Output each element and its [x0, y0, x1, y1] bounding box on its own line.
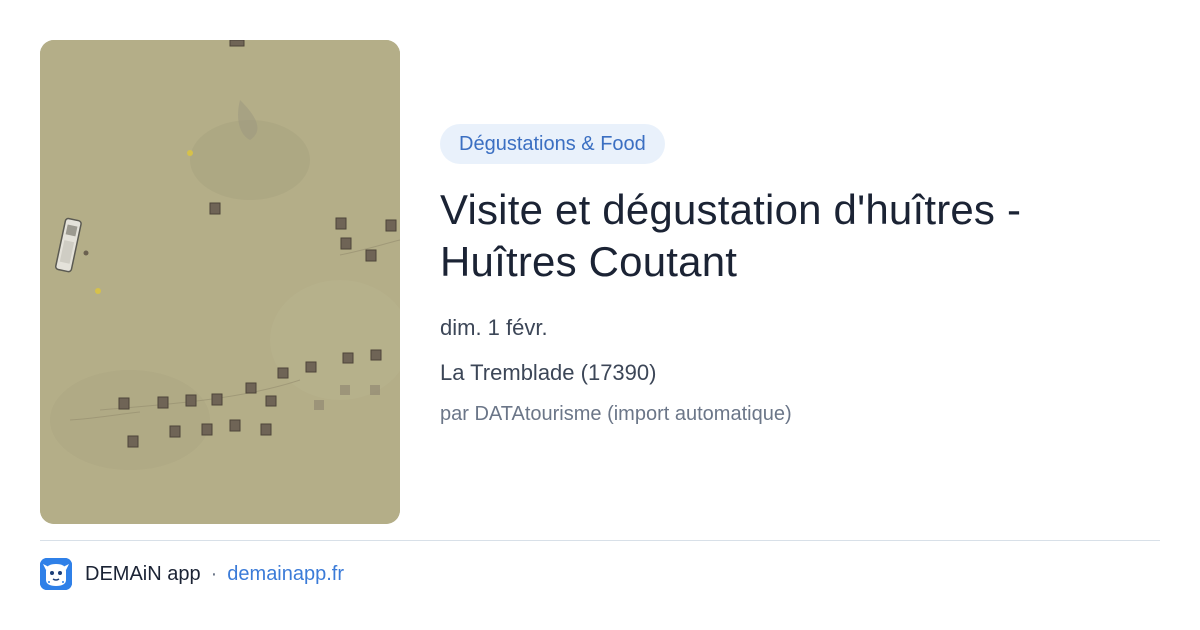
event-details: Dégustations & Food Visite et dégustatio…	[440, 124, 1160, 427]
event-title-line1: Visite et dégustation d'huîtres -	[440, 186, 1022, 233]
event-title[interactable]: Visite et dégustation d'huîtres - Huître…	[440, 184, 1160, 288]
oyster-farm-image	[40, 40, 400, 524]
category-badge[interactable]: Dégustations & Food	[440, 124, 665, 164]
separator: ·	[210, 562, 218, 585]
event-source: par DATAtourisme (import automatique)	[440, 403, 792, 425]
demain-app-logo-icon[interactable]	[40, 558, 72, 590]
event-location: La Tremblade (17390)	[440, 360, 657, 385]
domain-link[interactable]: demainapp.fr	[227, 563, 344, 586]
app-name: DEMAiN app	[85, 562, 201, 585]
event-photo[interactable]	[40, 40, 400, 524]
event-date: dim. 1 févr.	[440, 315, 548, 340]
event-title-line2: Huîtres Coutant	[440, 238, 738, 285]
footer: DEMAiN app · demainapp.fr	[40, 558, 344, 590]
footer-divider	[40, 540, 1160, 541]
